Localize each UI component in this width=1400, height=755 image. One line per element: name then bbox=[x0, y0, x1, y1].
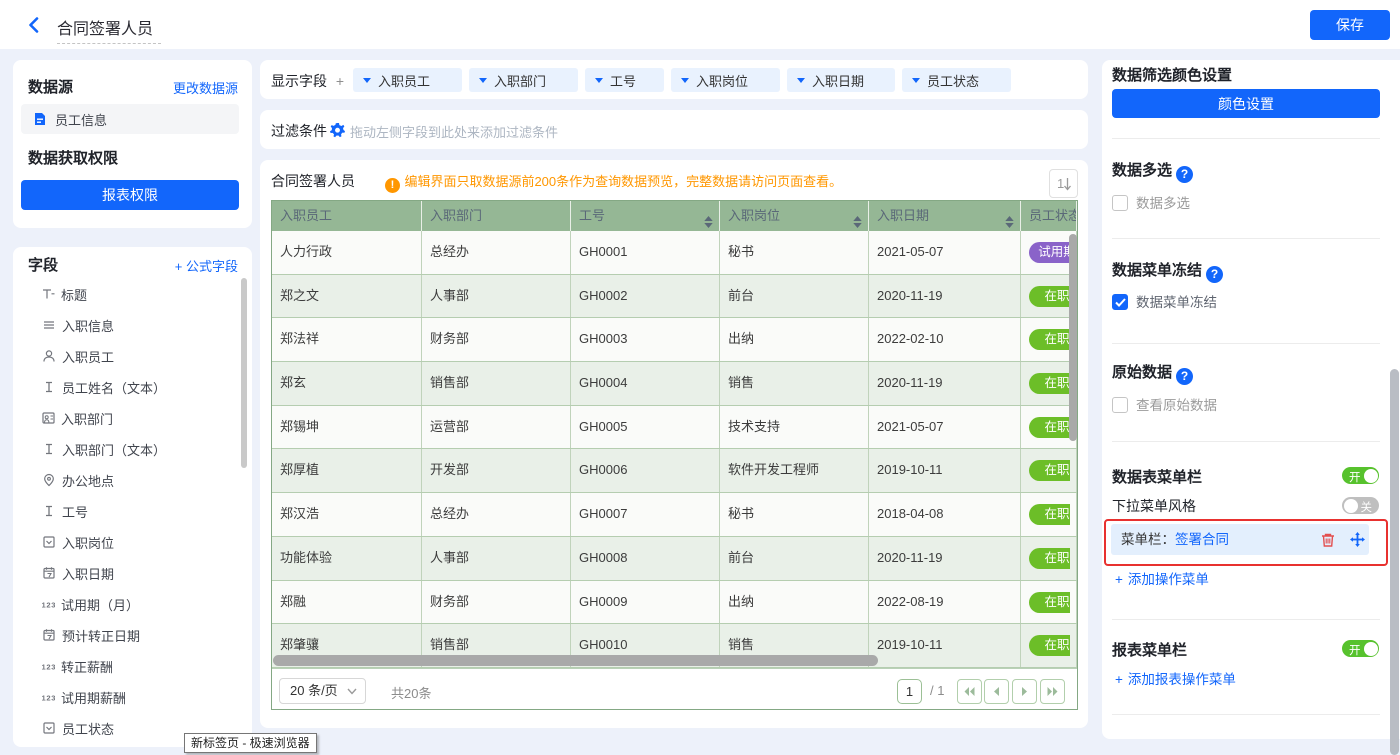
svg-text:123: 123 bbox=[42, 601, 55, 610]
svg-text:123: 123 bbox=[42, 694, 55, 703]
svg-text:123: 123 bbox=[42, 663, 55, 672]
svg-text:1: 1 bbox=[1057, 176, 1064, 191]
